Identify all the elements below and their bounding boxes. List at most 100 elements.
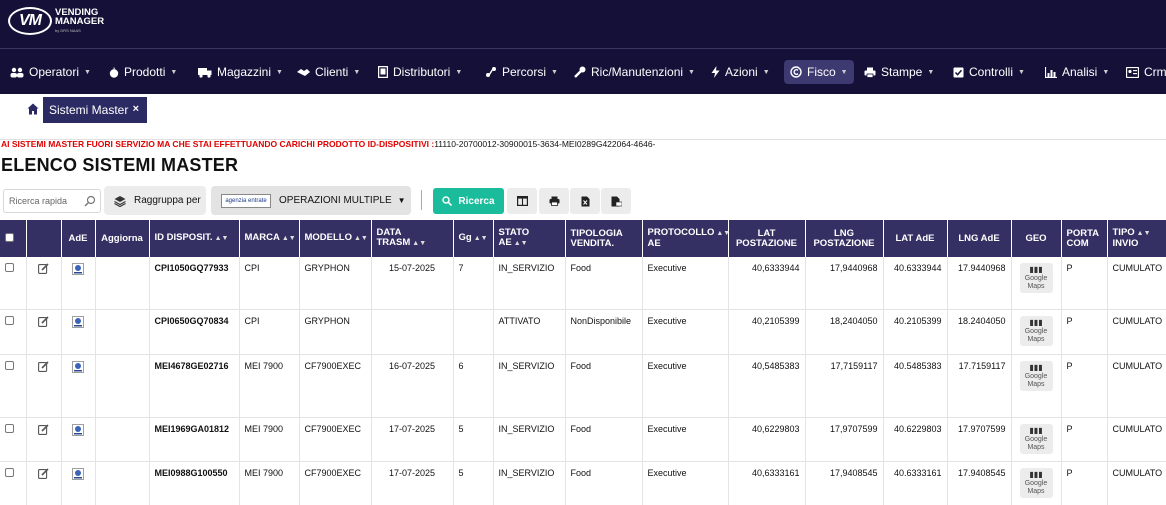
cell-modello: CF7900EXEC xyxy=(299,417,372,462)
gmaps-line1: Google xyxy=(1024,275,1048,282)
edit-cell[interactable] xyxy=(26,461,62,505)
row-checkbox[interactable] xyxy=(5,263,14,272)
sort-icon[interactable]: ▲▼ xyxy=(412,240,426,247)
geo-cell: ▮▮▮ Google Maps xyxy=(1011,417,1062,462)
nav-operatori[interactable]: Operatori ▼ xyxy=(10,60,91,84)
row-select-cell[interactable] xyxy=(0,417,27,462)
edit-icon[interactable] xyxy=(38,467,49,479)
col-data-trasm[interactable]: DATA TRASM ▲▼ xyxy=(371,220,454,257)
row-select-cell[interactable] xyxy=(0,309,27,355)
pdf-export-button[interactable] xyxy=(601,188,631,214)
sort-icon[interactable]: ▲▼ xyxy=(215,235,229,242)
map-icon: ▮▮▮ xyxy=(1029,425,1043,435)
row-select-cell[interactable] xyxy=(0,461,27,505)
ade-cell[interactable] xyxy=(61,257,96,310)
table-row[interactable]: MEI0988G100550 MEI 7900 CF7900EXEC 17-07… xyxy=(0,461,1166,505)
agenzia-entrate-icon[interactable] xyxy=(72,360,84,373)
row-checkbox[interactable] xyxy=(5,423,14,433)
agenzia-entrate-icon[interactable] xyxy=(72,263,84,275)
app-logo[interactable]: VM VENDING MANAGER by DRS NAAS xyxy=(8,7,104,35)
edit-icon[interactable] xyxy=(38,263,49,274)
col-protocollo[interactable]: PROTOCOLLO ▲▼ AE xyxy=(642,220,730,257)
edit-cell[interactable] xyxy=(26,309,62,355)
map-icon: ▮▮▮ xyxy=(1029,265,1043,274)
cell-lng-ade: 17.9440968 xyxy=(947,257,1012,310)
nav-percorsi[interactable]: Percorsi ▼ xyxy=(485,60,558,84)
col-tipo-invio[interactable]: TIPO ▲▼ INVIO xyxy=(1107,220,1166,257)
sort-icon[interactable]: ▲▼ xyxy=(282,235,296,242)
cell-porta: P xyxy=(1061,257,1108,310)
cell-lat-ade: 40.5485383 xyxy=(883,354,948,418)
group-by-button[interactable]: Raggruppa per xyxy=(104,186,206,215)
home-icon[interactable] xyxy=(27,103,39,115)
google-maps-button[interactable]: ▮▮▮ Google Maps xyxy=(1019,315,1053,346)
sort-icon[interactable]: ▲▼ xyxy=(1137,230,1151,237)
cell-tipologia: Food xyxy=(565,417,643,462)
select-all-header[interactable] xyxy=(0,220,27,257)
row-checkbox[interactable] xyxy=(5,315,14,325)
nav-magazzini[interactable]: Magazzini ▼ xyxy=(198,60,283,84)
cell-lng-postazione: 17,7159117 xyxy=(805,354,884,418)
chevron-down-icon: ▼ xyxy=(927,68,935,76)
nav-crm[interactable]: Crm xyxy=(1126,60,1166,84)
edit-cell[interactable] xyxy=(26,354,62,418)
ade-cell[interactable] xyxy=(61,354,96,418)
nav-prodotti[interactable]: Prodotti ▼ xyxy=(109,60,177,84)
nav-analisi[interactable]: Analisi ▼ xyxy=(1045,60,1109,84)
google-maps-button[interactable]: ▮▮▮ Google Maps xyxy=(1019,263,1053,293)
google-maps-button[interactable]: ▮▮▮ Google Maps xyxy=(1019,423,1053,454)
agenzia-entrate-icon[interactable] xyxy=(72,315,84,328)
table-row[interactable]: CPI0650GQ70834 CPI GRYPHON ATTIVATO NonD… xyxy=(0,309,1166,355)
sort-icon[interactable]: ▲▼ xyxy=(354,235,368,242)
col-marca[interactable]: MARCA ▲▼ xyxy=(239,220,300,257)
sort-icon[interactable]: ▲▼ xyxy=(716,230,730,237)
agenzia-entrate-icon[interactable] xyxy=(72,467,84,480)
tab-sistemi-master[interactable]: Sistemi Master × xyxy=(43,97,147,123)
edit-cell[interactable] xyxy=(26,417,62,462)
columns-icon xyxy=(516,196,528,206)
close-icon[interactable]: × xyxy=(133,103,139,115)
nav-ric-manutenzioni[interactable]: Ric/Manutenzioni ▼ xyxy=(574,60,695,84)
nav-fisco[interactable]: Fisco ▼ xyxy=(784,60,854,84)
col-stato-ae[interactable]: STATO AE ▲▼ xyxy=(493,220,566,257)
ade-cell[interactable] xyxy=(61,461,96,505)
table-row[interactable]: MEI4678GE02716 MEI 7900 CF7900EXEC 16-07… xyxy=(0,354,1166,418)
row-select-cell[interactable] xyxy=(0,354,27,418)
google-maps-button[interactable]: ▮▮▮ Google Maps xyxy=(1019,467,1053,498)
row-checkbox[interactable] xyxy=(5,360,14,370)
ade-cell[interactable] xyxy=(61,309,96,355)
columns-button[interactable] xyxy=(507,188,537,214)
col-gg[interactable]: Gg ▲▼ xyxy=(453,220,494,257)
multiple-operations-dropdown[interactable]: agenzia entrate OPERAZIONI MULTIPLE ▼ xyxy=(211,186,411,215)
nav-clienti[interactable]: Clienti ▼ xyxy=(297,60,360,84)
ade-cell[interactable] xyxy=(61,417,96,462)
sort-icon[interactable]: ▲▼ xyxy=(474,235,488,242)
edit-cell[interactable] xyxy=(26,257,62,310)
row-checkbox[interactable] xyxy=(5,467,14,477)
google-maps-button[interactable]: ▮▮▮ Google Maps xyxy=(1019,360,1053,391)
excel-export-button[interactable] xyxy=(570,188,600,214)
nav-controlli[interactable]: Controlli ▼ xyxy=(953,60,1025,84)
nav-azioni[interactable]: Azioni ▼ xyxy=(711,60,770,84)
cell-lat-postazione: 40,5485383 xyxy=(728,354,806,418)
nav-stampe[interactable]: Stampe ▼ xyxy=(864,60,934,84)
search-button[interactable]: Ricerca xyxy=(433,188,504,214)
edit-icon[interactable] xyxy=(38,360,49,372)
logo-text: VENDING MANAGER by DRS NAAS xyxy=(55,7,104,35)
edit-icon[interactable] xyxy=(38,315,49,327)
table-row[interactable]: CPI1050GQ77933 CPI GRYPHON 15-07-2025 7 … xyxy=(0,257,1166,310)
quick-search-input[interactable]: Ricerca rapida xyxy=(3,189,101,213)
print-button[interactable] xyxy=(539,188,569,214)
cell-data: 17-07-2025 xyxy=(371,417,454,462)
edit-icon[interactable] xyxy=(38,423,49,435)
sort-icon[interactable]: ▲▼ xyxy=(514,240,528,247)
nav-distributori[interactable]: Distributori ▼ xyxy=(378,60,462,84)
agenzia-entrate-icon[interactable] xyxy=(72,423,84,436)
gmaps-line1: Google xyxy=(1024,435,1048,443)
select-all-checkbox[interactable] xyxy=(5,232,14,242)
row-select-cell[interactable] xyxy=(0,257,27,310)
col-id-disposit[interactable]: ID DISPOSIT. ▲▼ xyxy=(149,220,240,257)
col-modello[interactable]: MODELLO ▲▼ xyxy=(299,220,372,257)
col-label: MODELLO xyxy=(304,232,353,243)
table-row[interactable]: MEI1969GA01812 MEI 7900 CF7900EXEC 17-07… xyxy=(0,417,1166,462)
